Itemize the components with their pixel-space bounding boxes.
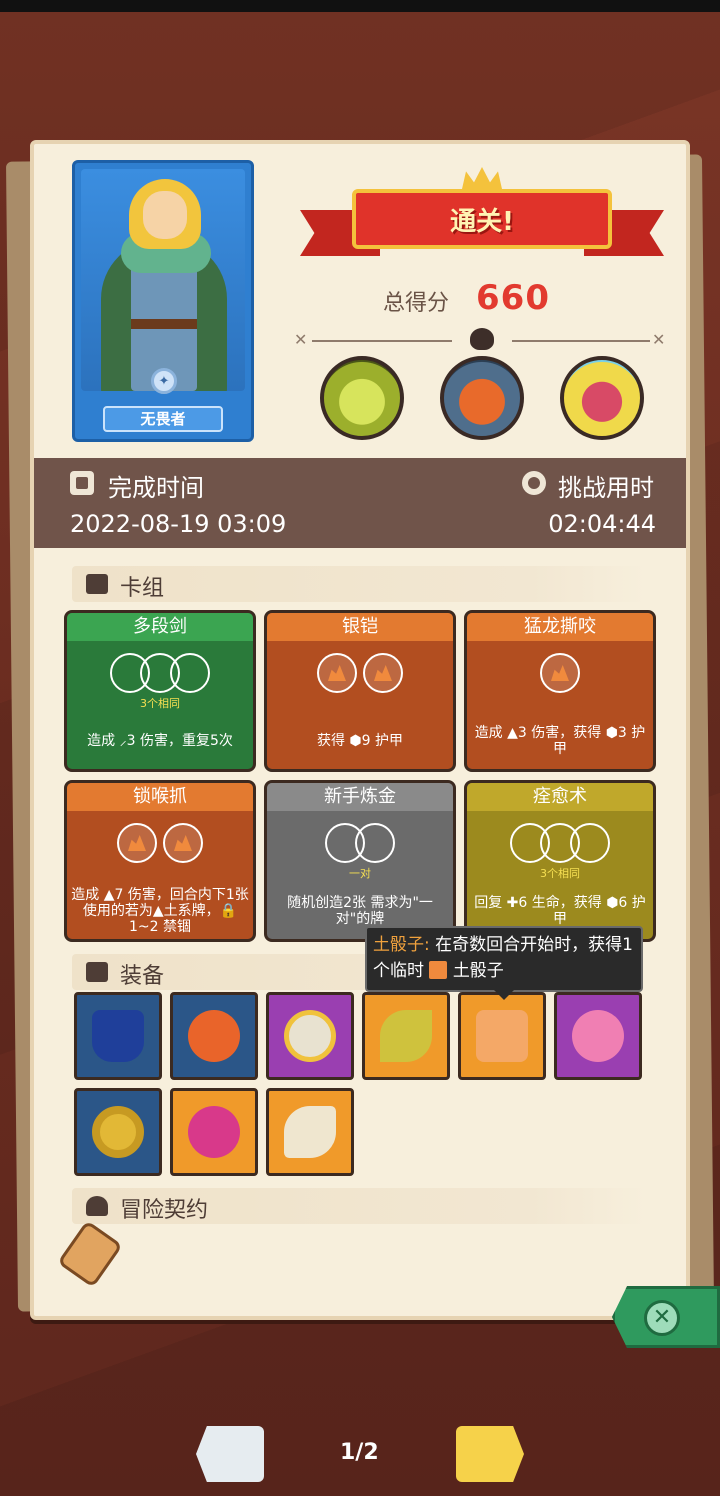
dice-slots [267,823,453,863]
tooltip-pointer [494,990,514,1000]
card-title: 银铠 [267,613,453,641]
heart-amulet-icon[interactable] [554,992,642,1080]
card-description: 随机创造2张 需求为"一对"的牌 [287,895,433,927]
close-icon[interactable]: ✕ [644,1300,680,1336]
card-multi-slash[interactable]: 多段剑 3个相同 造成 ⸝3 伤害，重复5次 [64,610,256,772]
equipment-tooltip: 土骰子: 在奇数回合开始时，获得1个临时 土骰子 [365,926,643,992]
hero-card[interactable]: ✦ 无畏者 [72,160,254,442]
lightning-orb-icon[interactable] [170,992,258,1080]
divider [512,340,650,342]
equipment-section-title: 装备 [120,964,165,989]
card-healing[interactable]: 痊愈术 3个相同 回复 ✚6 生命，获得 ⬢6 护甲 [464,780,656,942]
dice-slots [267,653,453,693]
card-description: 造成 ⸝3 伤害，重复5次 [87,733,233,749]
earth-die-mini-icon [429,961,448,979]
time-bar: 完成时间 挑战用时 2022-08-19 03:09 02:04:44 [34,458,686,548]
mirror-icon[interactable] [266,992,354,1080]
victory-text: 通关! [450,206,514,237]
victory-banner: 通关! [300,165,664,277]
boss-portrait-dinosaur[interactable] [320,356,404,440]
card-description: 造成 ▲7 伤害，回合内下1张使用的若为▲土系牌，🔒1~2 禁锢 [71,887,249,935]
ring-icon[interactable] [74,1088,162,1176]
card-requirement: 3个相同 [140,697,180,710]
card-title: 痊愈术 [467,783,653,811]
complete-time-label: 完成时间 [108,474,204,502]
tooltip-item: 土骰子 [452,961,504,981]
card-dragon-bite[interactable]: 猛龙撕咬 造成 ▲3 伤害，获得 ⬢3 护甲 [464,610,656,772]
film-icon [70,471,94,495]
dice-slots [467,653,653,693]
magic-orb-icon[interactable] [170,1088,258,1176]
card-description: 获得 ⬢9 护甲 [316,733,404,749]
card-description: 造成 ▲3 伤害，获得 ⬢3 护甲 [474,725,646,757]
card-title: 新手炼金 [267,783,453,811]
contract-section-title: 冒险契约 [120,1198,209,1223]
divider [312,340,452,342]
cards-icon [86,574,108,594]
boss-portrait-ogre[interactable] [440,356,524,440]
contract-section-header: 冒险契约 [72,1188,646,1224]
card-title: 多段剑 [67,613,253,641]
stopwatch-icon [522,471,546,495]
challenge-time-label: 挑战用时 [558,474,654,502]
horn-icon[interactable] [266,1088,354,1176]
crossed-swords-icon: ✕ [652,330,666,349]
horned-helmet-icon [470,328,494,350]
score-value: 660 [476,278,550,318]
card-silver-armor[interactable]: 银铠 获得 ⬢9 护甲 [264,610,456,772]
card-throat-grab[interactable]: 锁喉抓 造成 ▲7 伤害，回合内下1张使用的若为▲土系牌，🔒1~2 禁锢 [64,780,256,942]
dice-slots [467,823,653,863]
card-description: 回复 ✚6 生命，获得 ⬢6 护甲 [474,895,646,927]
score-label: 总得分 [383,291,450,316]
cube-icon [86,962,108,982]
complete-time-value: 2022-08-19 03:09 [70,510,287,538]
hero-name: 无畏者 [103,406,223,432]
card-title: 猛龙撕咬 [467,613,653,641]
page-indicator: 1/2 [340,1440,379,1465]
hero-badge-icon: ✦ [151,368,177,394]
person-icon [86,1196,108,1216]
status-bar [0,0,720,12]
top-hat-icon[interactable] [74,992,162,1080]
card-novice-alchemy[interactable]: 新手炼金 一对 随机创造2张 需求为"一对"的牌 [264,780,456,942]
prev-page-button[interactable] [196,1426,264,1482]
dice-slots [67,653,253,693]
deck-section-title: 卡组 [120,576,165,601]
dice-slots [67,823,253,863]
deck-section-header: 卡组 [72,566,646,602]
card-requirement: 一对 [349,867,371,880]
challenge-time-value: 02:04:44 [548,510,656,538]
feather-icon[interactable] [362,992,450,1080]
earth-dice-icon[interactable] [458,992,546,1080]
crown-icon [462,167,502,189]
crossed-swords-icon: ✕ [294,330,308,349]
card-title: 锁喉抓 [67,783,253,811]
next-page-button[interactable] [456,1426,524,1482]
hero-portrait [81,169,245,391]
card-requirement: 3个相同 [540,867,580,880]
tooltip-item-name: 土骰子: [373,935,430,955]
boss-portrait-mask[interactable] [560,356,644,440]
